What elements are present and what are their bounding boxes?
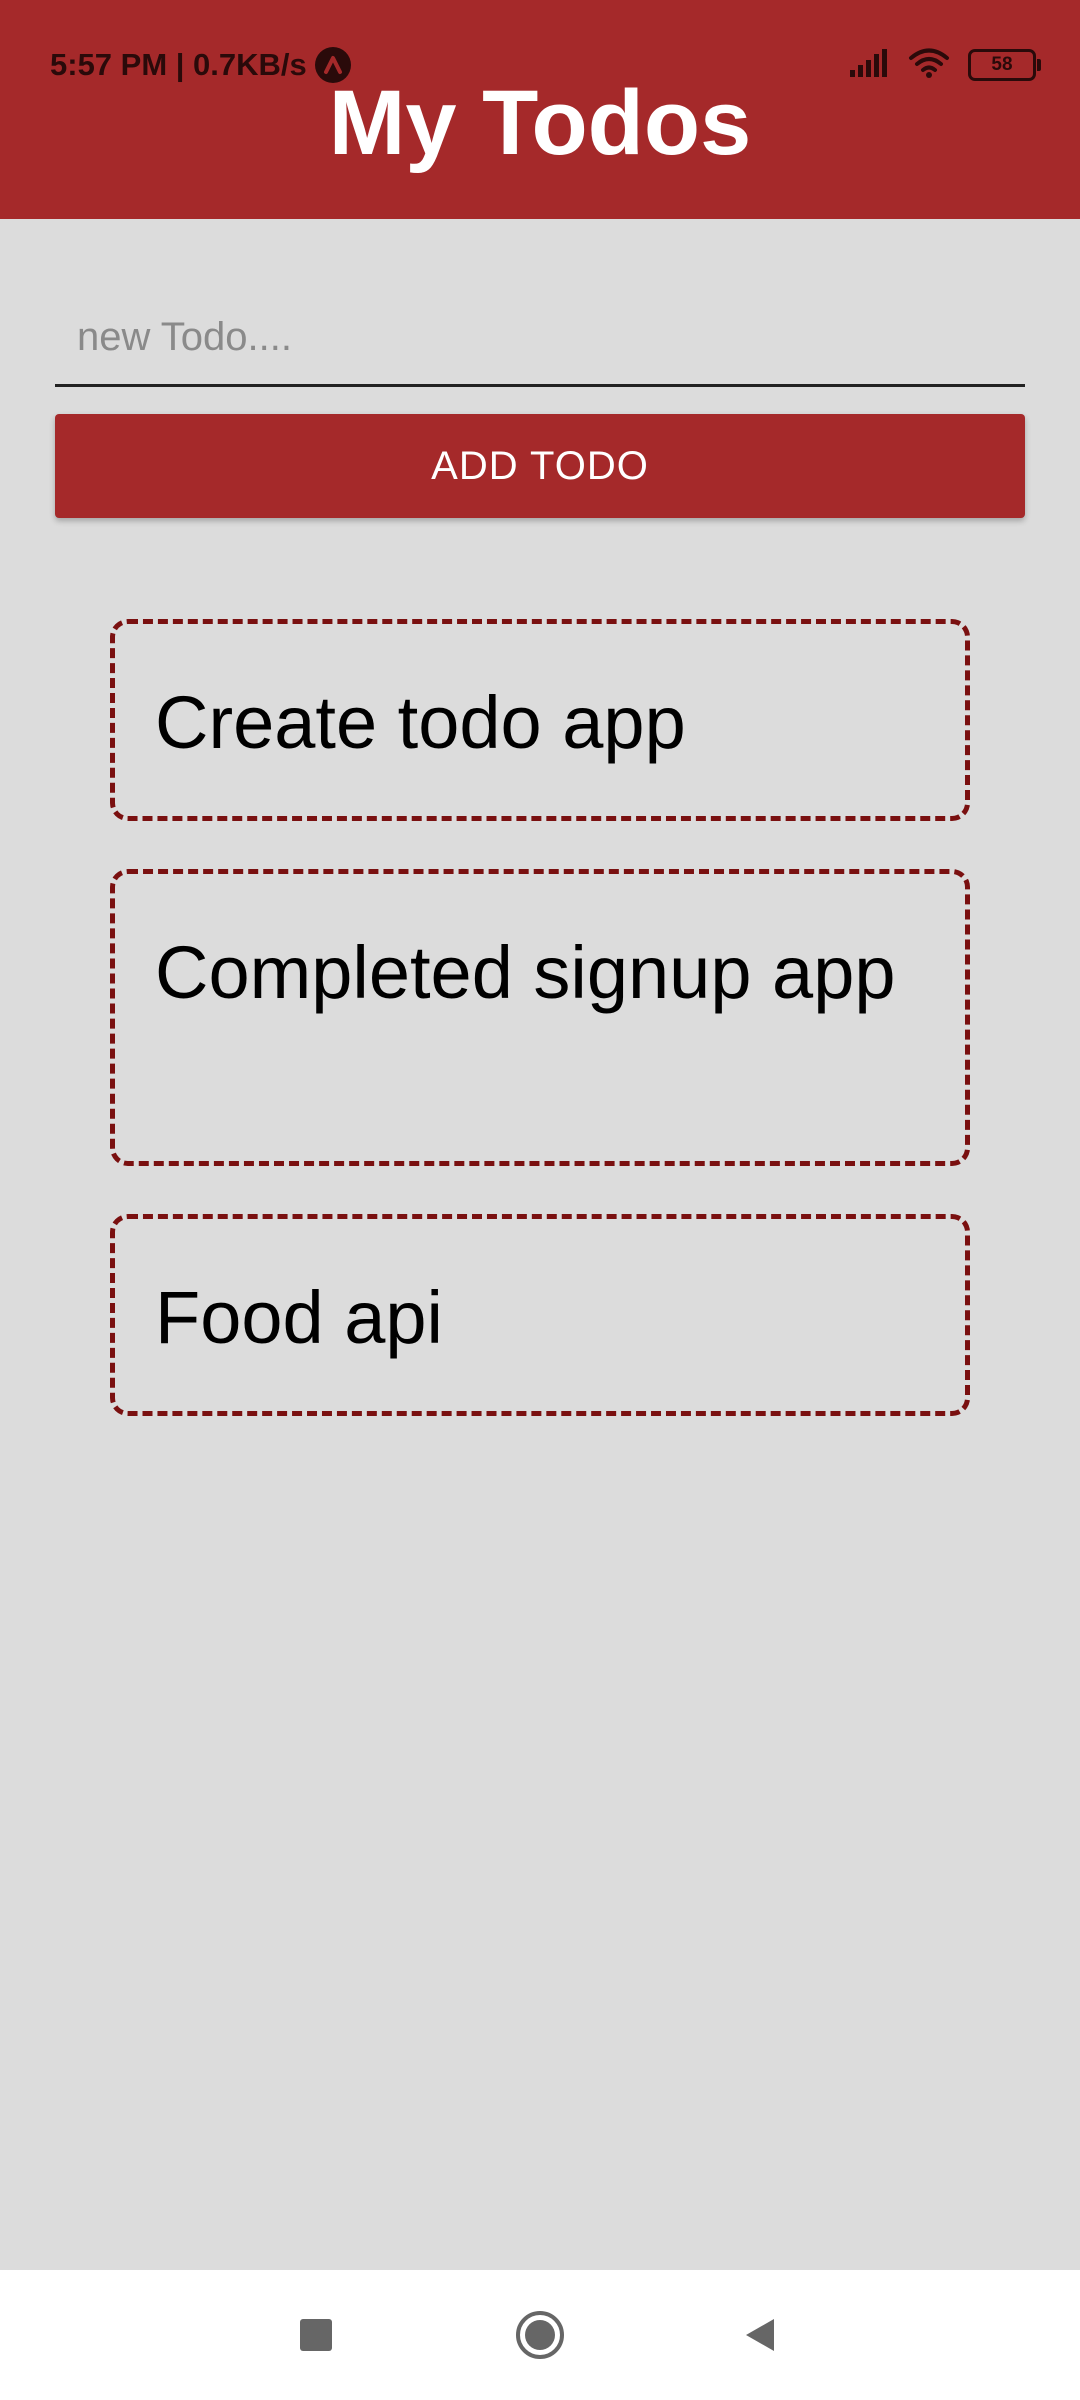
add-todo-button[interactable]: ADD TODO xyxy=(55,414,1025,518)
todo-list: Create todo app Completed signup app Foo… xyxy=(110,619,970,1464)
todo-item[interactable]: Completed signup app xyxy=(110,869,970,1166)
todo-item[interactable]: Food api xyxy=(110,1214,970,1416)
recents-square-icon xyxy=(300,2319,332,2351)
recents-button[interactable] xyxy=(261,2270,371,2400)
todo-item[interactable]: Create todo app xyxy=(110,619,970,821)
new-todo-field xyxy=(55,290,1025,387)
system-navigation-bar xyxy=(0,2270,1080,2400)
app-header: 5:57 PM | 0.7KB/s 58 My Todos xyxy=(0,0,1080,219)
back-triangle-icon xyxy=(746,2319,774,2351)
back-button[interactable] xyxy=(705,2270,815,2400)
new-todo-input[interactable] xyxy=(55,290,1025,384)
home-circle-icon xyxy=(516,2311,564,2359)
home-button[interactable] xyxy=(485,2270,595,2400)
page-title: My Todos xyxy=(328,72,752,174)
